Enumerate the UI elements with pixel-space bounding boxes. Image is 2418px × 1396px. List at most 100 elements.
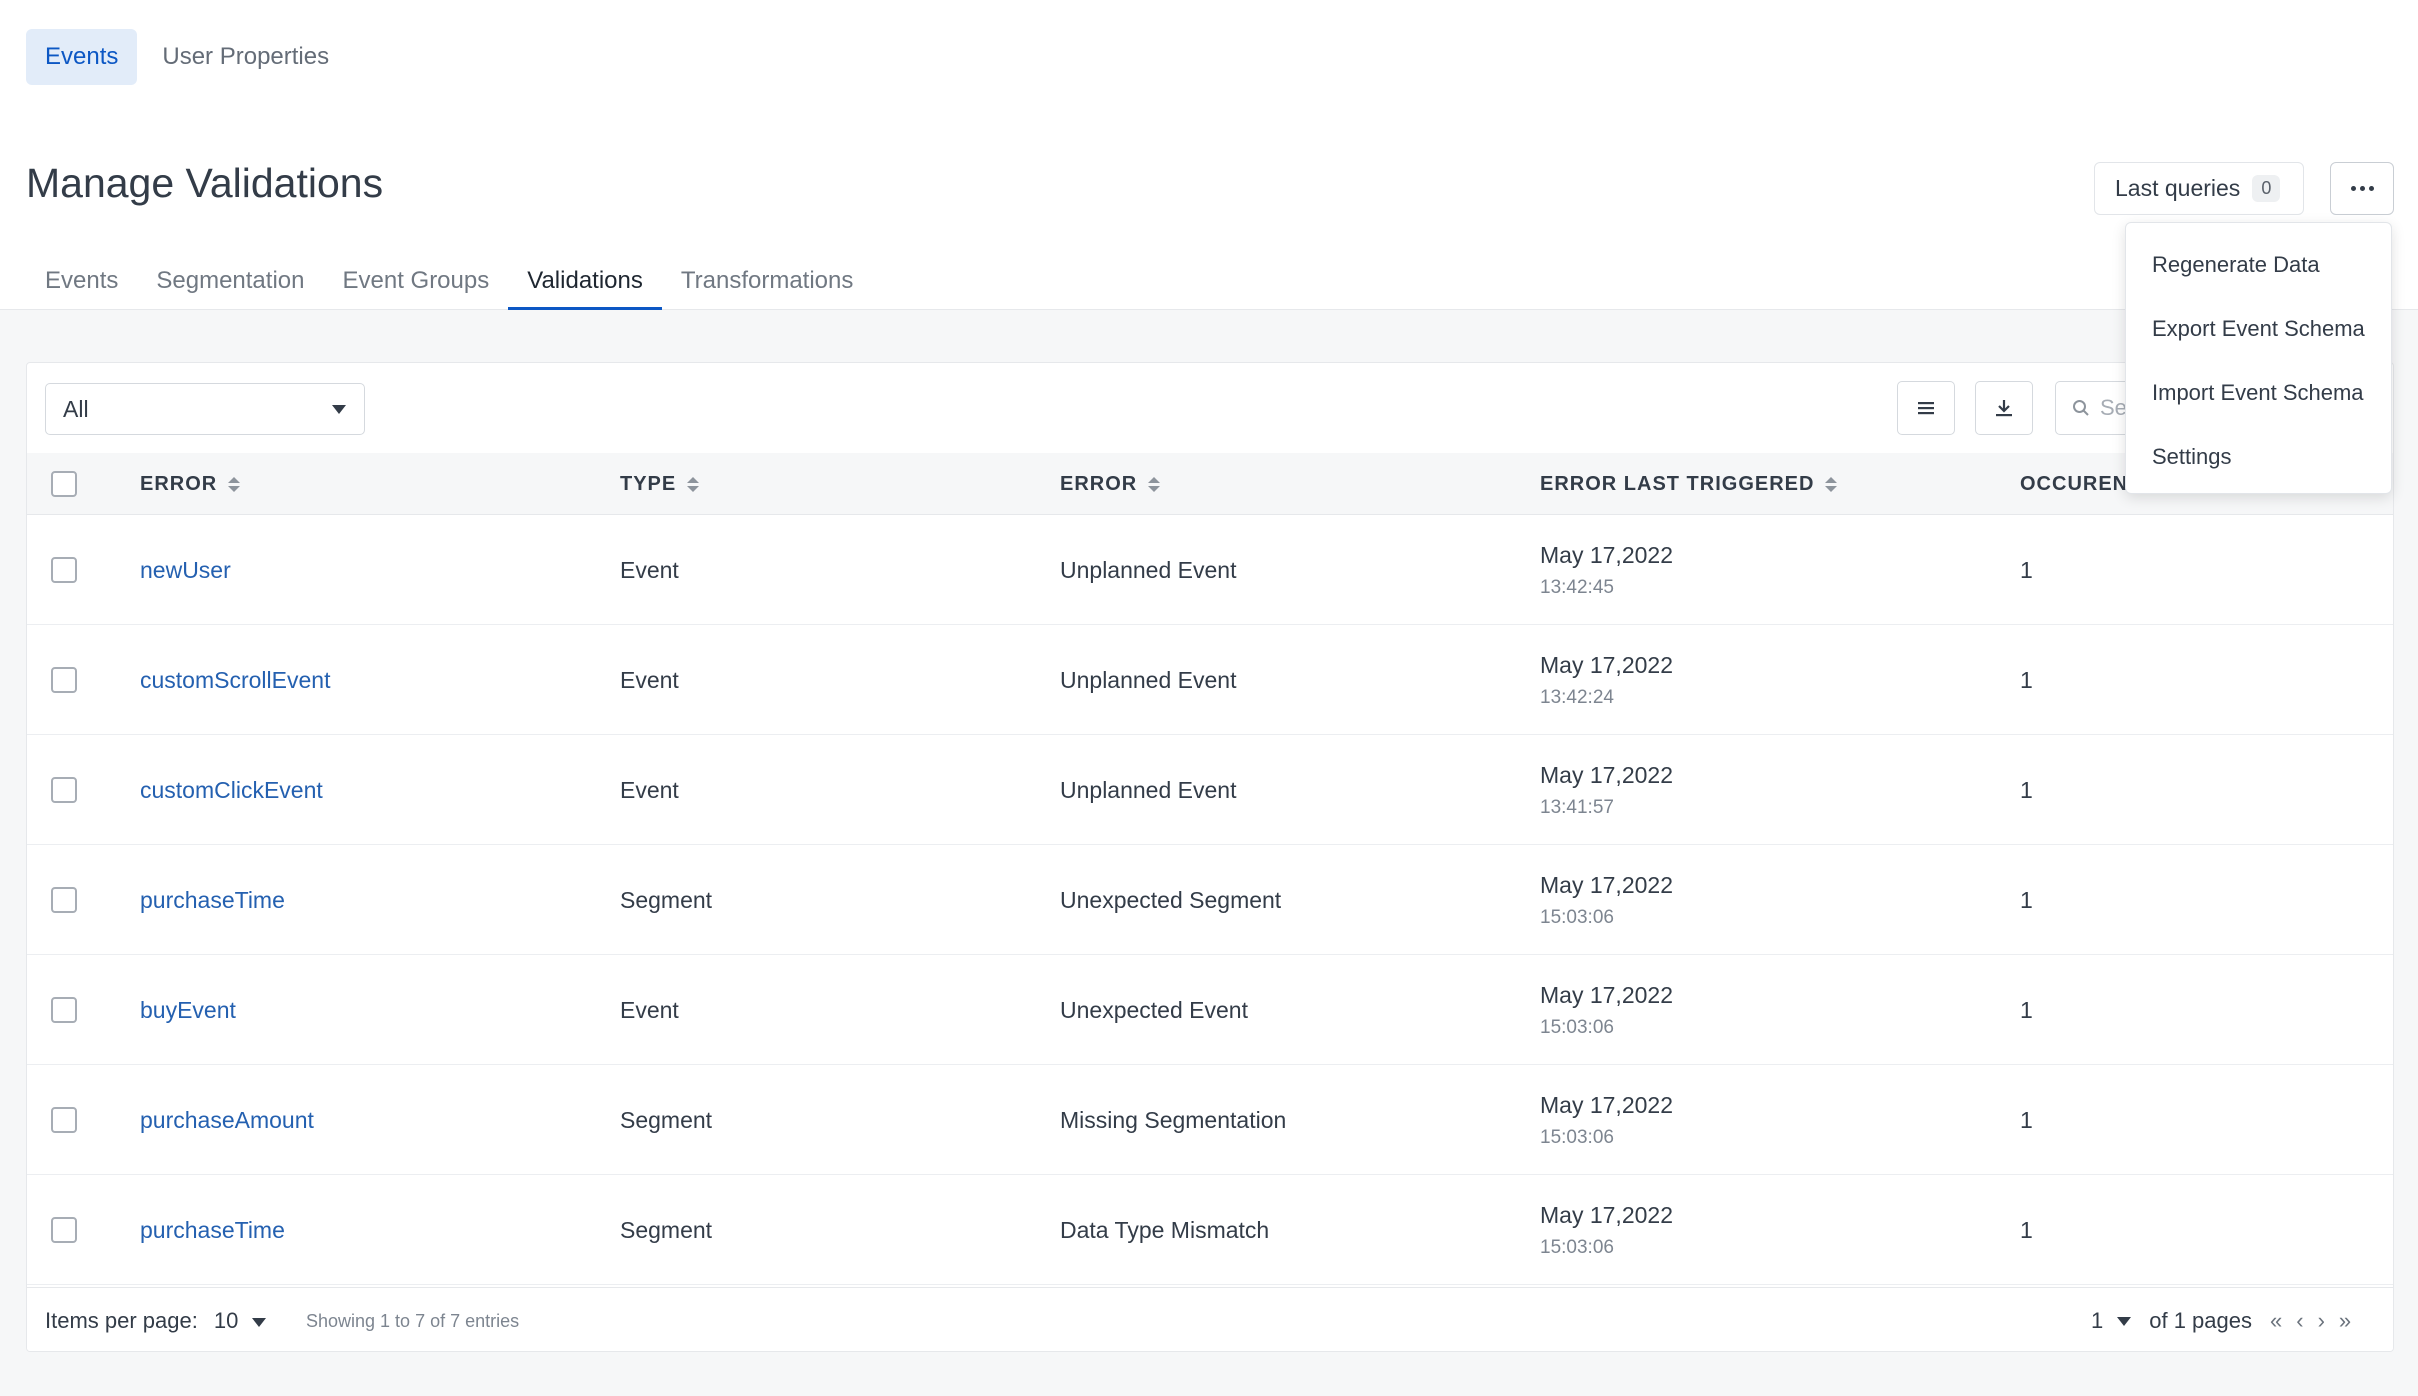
select-all-checkbox[interactable] xyxy=(51,471,77,497)
error-name-link[interactable]: purchaseTime xyxy=(140,845,285,955)
table-row: newUser Event Unplanned Event May 17,2022 13… xyxy=(27,515,2393,625)
top-tabs: Events User Properties xyxy=(26,29,348,85)
type-cell: Event xyxy=(620,556,679,583)
chevron-down-icon[interactable] xyxy=(252,1317,267,1327)
sort-icon xyxy=(1825,476,1838,492)
tab-segmentation[interactable]: Segmentation xyxy=(137,258,323,310)
error-name-link[interactable]: newUser xyxy=(140,515,231,625)
last-triggered-time: 15:03:06 xyxy=(1540,1236,1614,1258)
download-icon xyxy=(1996,400,2012,417)
tab-event-groups[interactable]: Event Groups xyxy=(323,258,508,310)
error-type-cell: Unexpected Segment xyxy=(1060,886,1282,913)
occurrences-cell: 1 xyxy=(2020,556,2033,583)
error-type-cell: Unplanned Event xyxy=(1060,776,1237,803)
sort-icon xyxy=(687,476,700,492)
table-row: customScrollEvent Event Unplanned Event May… xyxy=(27,625,2393,735)
type-cell: Segment xyxy=(620,1216,713,1243)
filter-select[interactable]: All xyxy=(45,383,365,435)
occurrences-cell: 1 xyxy=(2020,1106,2033,1133)
occurrences-cell: 1 xyxy=(2020,776,2033,803)
more-options-button[interactable] xyxy=(2330,162,2394,215)
row-checkbox[interactable] xyxy=(51,997,77,1023)
menu-item-import-event-schema[interactable]: Import Event Schema xyxy=(2126,368,2391,432)
error-type-cell: Missing Segmentation xyxy=(1060,1106,1287,1133)
tab-validations[interactable]: Validations xyxy=(508,258,662,310)
menu-item-settings[interactable]: Settings xyxy=(2126,432,2391,496)
occurrences-cell: 1 xyxy=(2020,886,2033,913)
items-per-page-select[interactable]: 10 xyxy=(214,1308,238,1334)
menu-item-export-event-schema[interactable]: Export Event Schema xyxy=(2126,304,2391,368)
sort-icon xyxy=(1148,476,1161,492)
items-per-page: Items per page: 10 xyxy=(45,1288,267,1351)
more-options-menu: Regenerate Data Export Event Schema Impo… xyxy=(2125,222,2392,494)
type-cell: Event xyxy=(620,996,679,1023)
column-header-type[interactable]: TYPE xyxy=(620,453,700,515)
row-checkbox[interactable] xyxy=(51,557,77,583)
last-triggered-cell: May 17,2022 15:03:06 xyxy=(1540,845,1673,955)
last-triggered-date: May 17,2022 xyxy=(1540,541,1673,568)
last-triggered-date: May 17,2022 xyxy=(1540,761,1673,788)
filter-select-value: All xyxy=(63,395,89,422)
last-triggered-time: 15:03:06 xyxy=(1540,1126,1614,1148)
last-triggered-cell: May 17,2022 15:03:06 xyxy=(1540,955,1673,1065)
last-page-icon[interactable]: » xyxy=(2339,1308,2351,1334)
last-queries-button[interactable]: Last queries 0 xyxy=(2094,162,2304,215)
list-icon xyxy=(1918,402,1934,415)
table-footer: Items per page: 10 Showing 1 to 7 of 7 e… xyxy=(27,1287,2393,1351)
chevron-down-icon[interactable] xyxy=(2117,1316,2132,1326)
validations-card: All Se ERROR TYPE ERROR ERROR LAST TRIGG… xyxy=(26,362,2394,1352)
current-page-select[interactable]: 1 xyxy=(2091,1308,2103,1334)
error-name-link[interactable]: purchaseAmount xyxy=(140,1065,314,1175)
occurrences-cell: 1 xyxy=(2020,996,2033,1023)
previous-page-icon[interactable]: ‹ xyxy=(2296,1308,2303,1334)
row-checkbox[interactable] xyxy=(51,1107,77,1133)
column-header-error-name[interactable]: ERROR xyxy=(140,453,241,515)
error-name-link[interactable]: buyEvent xyxy=(140,955,236,1065)
page-title: Manage Validations xyxy=(26,160,384,206)
last-triggered-date: May 17,2022 xyxy=(1540,651,1673,678)
last-triggered-cell: May 17,2022 15:03:06 xyxy=(1540,1175,1673,1285)
error-name-link[interactable]: customClickEvent xyxy=(140,735,323,845)
error-name-link[interactable]: purchaseTime xyxy=(140,1175,285,1285)
more-horizontal-icon xyxy=(2350,186,2374,191)
page-header: Events User Properties Manage Validation… xyxy=(0,0,2418,310)
tab-transformations[interactable]: Transformations xyxy=(662,258,873,310)
search-placeholder: Se xyxy=(2100,395,2127,420)
error-type-cell: Data Type Mismatch xyxy=(1060,1216,1270,1243)
type-cell: Segment xyxy=(620,1106,713,1133)
items-per-page-label: Items per page: xyxy=(45,1308,198,1333)
type-cell: Event xyxy=(620,666,679,693)
sub-tabs: Events Segmentation Event Groups Validat… xyxy=(26,258,872,310)
first-page-icon[interactable]: « xyxy=(2270,1308,2282,1334)
last-triggered-cell: May 17,2022 13:42:45 xyxy=(1540,515,1673,625)
row-checkbox[interactable] xyxy=(51,777,77,803)
top-tab-user-properties[interactable]: User Properties xyxy=(143,29,348,85)
table-row: purchaseTime Segment Data Type Mismatch May… xyxy=(27,1175,2393,1285)
last-triggered-cell: May 17,2022 15:03:06 xyxy=(1540,1065,1673,1175)
last-triggered-cell: May 17,2022 13:41:57 xyxy=(1540,735,1673,845)
table-row: purchaseAmount Segment Missing Segmentatio… xyxy=(27,1065,2393,1175)
last-triggered-date: May 17,2022 xyxy=(1540,1201,1673,1228)
last-queries-label: Last queries xyxy=(2115,175,2241,201)
error-type-cell: Unexpected Event xyxy=(1060,996,1248,1023)
column-header-error-type[interactable]: ERROR xyxy=(1060,453,1161,515)
row-checkbox[interactable] xyxy=(51,667,77,693)
last-queries-count-badge: 0 xyxy=(2252,175,2281,202)
error-type-cell: Unplanned Event xyxy=(1060,666,1237,693)
type-cell: Event xyxy=(620,776,679,803)
chevron-down-icon xyxy=(332,405,346,414)
sort-icon xyxy=(228,476,241,492)
row-checkbox[interactable] xyxy=(51,1217,77,1243)
tab-events[interactable]: Events xyxy=(26,258,137,310)
columns-button[interactable] xyxy=(1897,381,1955,435)
error-name-link[interactable]: customScrollEvent xyxy=(140,625,330,735)
next-page-icon[interactable]: › xyxy=(2318,1308,2325,1334)
last-triggered-date: May 17,2022 xyxy=(1540,1091,1673,1118)
column-header-error-last-triggered[interactable]: ERROR LAST TRIGGERED xyxy=(1540,453,1838,515)
occurrences-cell: 1 xyxy=(2020,1216,2033,1243)
last-triggered-time: 15:03:06 xyxy=(1540,1016,1614,1038)
menu-item-regenerate-data[interactable]: Regenerate Data xyxy=(2126,240,2391,304)
download-button[interactable] xyxy=(1975,381,2033,435)
top-tab-events[interactable]: Events xyxy=(26,29,138,85)
row-checkbox[interactable] xyxy=(51,887,77,913)
